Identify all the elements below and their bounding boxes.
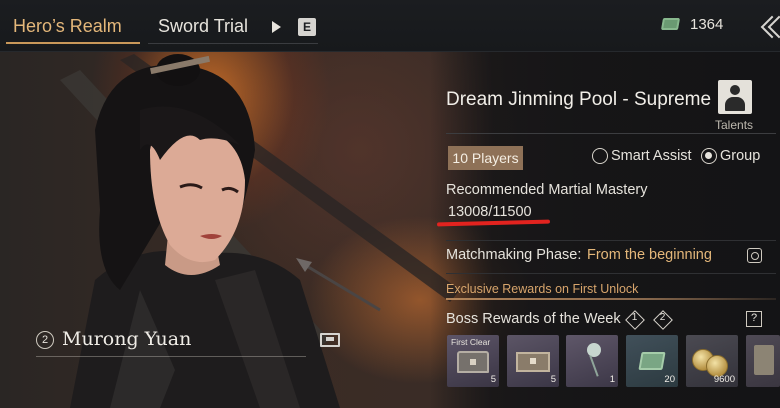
boss-marker-2-label: 2 xyxy=(659,312,666,323)
reward-tag: First Clear xyxy=(451,337,491,347)
help-icon[interactable]: ? xyxy=(746,311,762,327)
box-icon xyxy=(516,352,550,372)
group-radio[interactable] xyxy=(701,148,717,164)
banknote-icon xyxy=(638,352,666,370)
smart-assist-radio[interactable] xyxy=(592,148,608,164)
tab-sword-trial[interactable]: Sword Trial xyxy=(158,16,248,37)
reward-qty: 1 xyxy=(609,374,615,385)
reward-item[interactable]: 20 xyxy=(626,335,678,387)
reward-qty: 5 xyxy=(490,374,496,385)
dungeon-title: Dream Jinming Pool - Supreme xyxy=(446,89,712,110)
tab-heros-realm[interactable]: Hero’s Realm xyxy=(13,16,122,37)
boss-rewards-label: Boss Rewards of the Week xyxy=(446,311,621,327)
chest-icon xyxy=(457,351,489,373)
active-tab-indicator xyxy=(6,42,140,44)
smart-assist-label[interactable]: Smart Assist xyxy=(611,148,692,164)
double-chevron-left-icon[interactable] xyxy=(756,10,780,44)
character-divider xyxy=(36,356,306,357)
character-card[interactable]: 2 Murong Yuan xyxy=(36,325,340,357)
banknote-icon xyxy=(660,18,681,30)
character-name: Murong Yuan xyxy=(62,328,192,350)
reward-item[interactable]: 1 xyxy=(566,335,618,387)
reward-qty: 9600 xyxy=(713,374,735,385)
boss-marker-1-label: 1 xyxy=(631,312,638,323)
matchmaking-value: From the beginning xyxy=(587,247,712,263)
settings-icon[interactable] xyxy=(747,248,762,263)
top-bar: Hero’s Realm Sword Trial E 1364 xyxy=(0,0,780,52)
talents-label[interactable]: Talents xyxy=(715,118,753,132)
scroll-icon xyxy=(754,345,774,375)
matchmaking-label: Matchmaking Phase: xyxy=(446,247,582,263)
title-divider xyxy=(446,133,776,134)
flower-icon xyxy=(580,343,608,379)
card-icon[interactable] xyxy=(320,333,340,347)
reward-qty: 5 xyxy=(550,374,556,385)
talents-icon[interactable] xyxy=(718,80,752,114)
boss-marker-2[interactable]: 2 xyxy=(654,311,671,328)
mastery-value: 13008/11500 xyxy=(448,204,532,220)
reward-item[interactable]: 5 xyxy=(507,335,559,387)
currency-value: 1364 xyxy=(690,16,724,33)
character-level-badge: 2 xyxy=(36,331,54,349)
players-badge: 10 Players xyxy=(448,146,523,170)
group-label[interactable]: Group xyxy=(720,148,760,164)
match-divider-top xyxy=(446,240,776,241)
match-divider-bottom xyxy=(446,273,776,274)
exclusive-rewards-divider xyxy=(446,298,776,300)
boss-marker-1[interactable]: 1 xyxy=(626,311,643,328)
reward-qty: 20 xyxy=(664,374,675,385)
mastery-label: Recommended Martial Mastery xyxy=(446,182,648,198)
reward-item[interactable]: First Clear 5 xyxy=(447,335,499,387)
reward-item[interactable]: 9600 xyxy=(686,335,738,387)
exclusive-rewards-label: Exclusive Rewards on First Unlock xyxy=(446,282,639,296)
key-hint-badge: E xyxy=(298,18,316,36)
play-icon[interactable] xyxy=(272,21,281,33)
tab-divider xyxy=(148,43,318,44)
reward-item[interactable] xyxy=(746,335,780,387)
